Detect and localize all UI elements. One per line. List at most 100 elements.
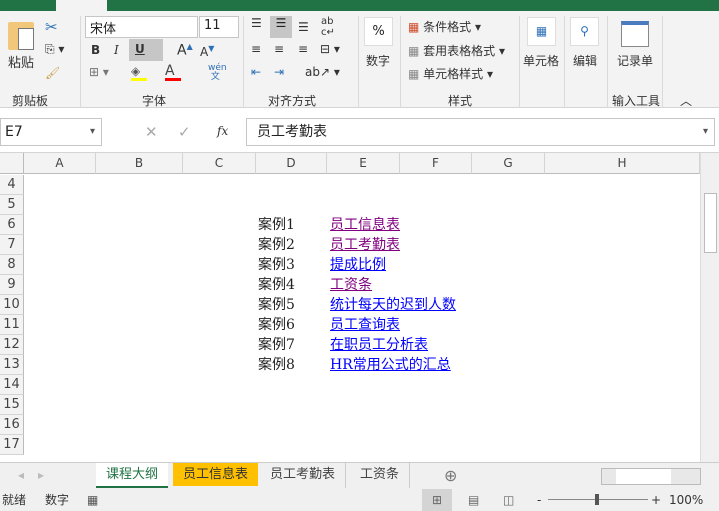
collapse-ribbon-icon[interactable]: ︿ (680, 92, 692, 109)
select-all-corner[interactable] (0, 153, 24, 174)
search-icon[interactable]: ⚲ (570, 17, 599, 46)
zoom-out-button[interactable]: - (537, 489, 541, 511)
column-header-F[interactable]: F (400, 153, 472, 174)
zoom-level[interactable]: 100% (669, 489, 703, 511)
percent-icon[interactable]: % (364, 17, 393, 46)
case-link[interactable]: HR常用公式的汇总 (330, 355, 451, 375)
case-label: 案例8 (258, 357, 295, 373)
underline-button[interactable]: U (129, 39, 163, 61)
column-header-A[interactable]: A (24, 153, 96, 174)
phonetic-icon[interactable]: wén 文 (208, 64, 227, 82)
cell-styles-button[interactable]: ▦ 单元格样式 ▾ (408, 65, 493, 82)
case-label: 案例7 (258, 337, 295, 353)
cells-icon[interactable]: ▦ (527, 17, 556, 46)
sheet-tab-attendance[interactable]: 员工考勤表 (260, 463, 347, 488)
number-format-button[interactable]: 数字 (366, 52, 390, 69)
column-header-C[interactable]: C (183, 153, 256, 174)
row-header-14[interactable]: 14 (0, 375, 24, 395)
zoom-in-button[interactable]: + (651, 489, 661, 511)
sheet-tab-employee-info[interactable]: 员工信息表 (173, 463, 259, 486)
insert-function-icon[interactable]: fx (217, 124, 228, 138)
case-link[interactable]: 员工考勤表 (330, 235, 400, 255)
sheet-tab-outline[interactable]: 课程大纲 (96, 463, 169, 488)
case-link[interactable]: 提成比例 (330, 255, 386, 275)
horizontal-scrollbar[interactable] (601, 468, 701, 485)
row-header-10[interactable]: 10 (0, 295, 24, 315)
row-header-7[interactable]: 7 (0, 235, 24, 255)
column-header-G[interactable]: G (472, 153, 545, 174)
font-name-select[interactable]: 宋体 (85, 16, 198, 38)
fill-color-button[interactable]: ◈ (131, 64, 147, 81)
row-header-15[interactable]: 15 (0, 395, 24, 415)
font-size-select[interactable]: 11 (199, 16, 239, 38)
row-header-8[interactable]: 8 (0, 255, 24, 275)
page-layout-view-icon[interactable]: ▤ (468, 489, 479, 511)
title-bar (0, 0, 719, 11)
macro-record-icon[interactable]: ▦ (87, 489, 98, 511)
italic-button[interactable]: I (114, 43, 119, 57)
align-right-icon[interactable]: ≡ (298, 42, 308, 56)
paste-icon[interactable] (8, 22, 34, 50)
align-center-icon[interactable]: ≡ (274, 42, 284, 56)
name-box-value: E7 (5, 124, 23, 140)
align-bottom-icon[interactable]: ☰ (298, 20, 309, 34)
merge-center-icon[interactable]: ⊟ ▾ (320, 42, 340, 56)
form-icon[interactable] (621, 21, 649, 47)
row-header-13[interactable]: 13 (0, 355, 24, 375)
formula-input[interactable]: 员工考勤表 ▾ (246, 118, 715, 146)
decrease-indent-icon[interactable]: ⇤ (251, 65, 261, 79)
bold-button[interactable]: B (91, 43, 100, 57)
font-color-button[interactable]: A (165, 63, 181, 81)
next-sheet-icon[interactable]: ▸ (38, 468, 44, 482)
orientation-icon[interactable]: ab↗ ▾ (305, 65, 340, 79)
row-header-4[interactable]: 4 (0, 175, 24, 195)
row-header-12[interactable]: 12 (0, 335, 24, 355)
column-header-D[interactable]: D (256, 153, 327, 174)
form-button[interactable]: 记录单 (617, 52, 653, 69)
paste-button[interactable]: 粘贴 (8, 52, 34, 71)
row-header-6[interactable]: 6 (0, 215, 24, 235)
case-link[interactable]: 统计每天的迟到人数 (330, 295, 456, 315)
name-box[interactable]: E7 ▾ (0, 118, 102, 146)
case-label: 案例1 (258, 217, 295, 233)
cells-button[interactable]: 单元格 (523, 52, 559, 69)
add-sheet-icon[interactable]: ⊕ (444, 466, 457, 485)
tab-home[interactable] (56, 0, 107, 11)
zoom-slider[interactable] (548, 494, 648, 505)
copy-icon[interactable]: ⎘ ▾ (45, 42, 64, 57)
status-mode: 数字 (45, 493, 70, 507)
prev-sheet-icon[interactable]: ◂ (18, 468, 24, 482)
normal-view-button[interactable]: ⊞ (422, 489, 452, 511)
case-link[interactable]: 在职员工分析表 (330, 335, 428, 355)
row-header-5[interactable]: 5 (0, 195, 24, 215)
case-label: 案例2 (258, 237, 295, 253)
editing-button[interactable]: 编辑 (573, 52, 597, 69)
wrap-text-icon[interactable]: ab c↵ (321, 16, 335, 38)
row-header-16[interactable]: 16 (0, 415, 24, 435)
border-icon[interactable]: ⊞ ▾ (89, 65, 109, 79)
increase-indent-icon[interactable]: ⇥ (274, 65, 284, 79)
row-header-11[interactable]: 11 (0, 315, 24, 335)
enter-icon[interactable]: ✓ (178, 123, 191, 141)
increase-font-icon[interactable]: A▲ (177, 42, 193, 59)
column-header-H[interactable]: H (545, 153, 700, 174)
cancel-icon[interactable]: ✕ (145, 123, 158, 141)
row-header-9[interactable]: 9 (0, 275, 24, 295)
conditional-format-button[interactable]: ▦ 条件格式 ▾ (408, 18, 481, 35)
case-link[interactable]: 员工查询表 (330, 315, 400, 335)
row-header-17[interactable]: 17 (0, 435, 24, 455)
align-top-icon[interactable]: ☰ (251, 16, 262, 30)
format-as-table-button[interactable]: ▦ 套用表格格式 ▾ (408, 42, 505, 59)
page-break-view-icon[interactable]: ◫ (503, 489, 514, 511)
column-header-E[interactable]: E (327, 153, 400, 174)
cut-icon[interactable]: ✂ (45, 18, 58, 36)
decrease-font-icon[interactable]: A▼ (200, 44, 214, 59)
case-link[interactable]: 员工信息表 (330, 215, 400, 235)
vertical-scrollbar[interactable] (700, 153, 719, 462)
column-header-B[interactable]: B (96, 153, 183, 174)
case-link[interactable]: 工资条 (330, 275, 372, 295)
format-painter-icon[interactable]: 🖌 (45, 66, 60, 80)
sheet-tab-payslip[interactable]: 工资条 (350, 463, 411, 488)
align-middle-icon[interactable]: ☰ (270, 16, 292, 38)
align-left-icon[interactable]: ≡ (251, 42, 261, 56)
